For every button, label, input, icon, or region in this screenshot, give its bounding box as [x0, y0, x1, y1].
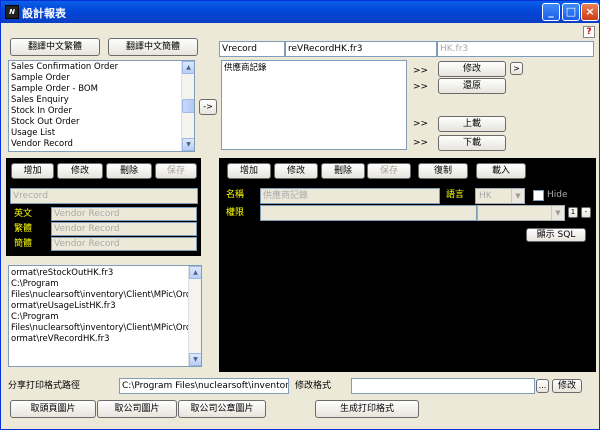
path-line[interactable]: Files\nuclearsoft\inventory\Client\MPic\…	[9, 290, 201, 301]
modify-button[interactable]: 修改	[552, 379, 582, 393]
name-field[interactable]: 供應商記錄	[260, 188, 440, 204]
scroll-up-icon[interactable]: ▲	[189, 266, 201, 279]
left-code-field[interactable]: Vrecord	[10, 188, 198, 204]
scroll-down-icon[interactable]: ▼	[189, 353, 201, 366]
upload-button[interactable]: 上載	[438, 116, 506, 132]
arrow-label-1: >>	[413, 66, 429, 76]
permission-button-a[interactable]: 1	[568, 207, 578, 218]
left-delete-button[interactable]: 刪除	[106, 163, 152, 179]
edit-button[interactable]: 修改	[438, 61, 506, 77]
right-add-button[interactable]: 增加	[227, 163, 271, 179]
traditional-label: 繁體	[14, 224, 33, 234]
path-line[interactable]: C:\Program	[9, 279, 201, 290]
report-list-item[interactable]: Stock In Order	[9, 106, 194, 117]
share-path-field[interactable]: C:\Program Files\nuclearsoft\inventory\	[119, 378, 289, 394]
simplified-label: 簡體	[14, 239, 33, 249]
maximize-icon[interactable]: □	[562, 3, 580, 21]
right-delete-button[interactable]: 刪除	[321, 163, 365, 179]
get-company-image-button[interactable]: 取公司圖片	[97, 400, 177, 418]
report-list-item[interactable]: Sample Order - BOM	[9, 84, 194, 95]
move-right-button[interactable]: ->	[199, 99, 217, 115]
path-line[interactable]: C:\Program	[9, 312, 201, 323]
name-label: 名稱	[226, 190, 245, 200]
right-edit-button[interactable]: 修改	[274, 163, 318, 179]
title-bar: N 設計報表 _ □ ×	[1, 1, 599, 23]
generate-print-format-button[interactable]: 生成打印格式	[315, 400, 419, 418]
translate-traditional-button[interactable]: 翻譯中文繁體	[10, 38, 100, 56]
download-button[interactable]: 下載	[438, 135, 506, 151]
selected-list-item[interactable]: 供應商記錄	[222, 63, 406, 74]
arrow-label-2: >>	[413, 82, 429, 92]
copy-button[interactable]: 復制	[418, 163, 468, 179]
permission-label: 權限	[226, 208, 245, 218]
report-list-scrollbar[interactable]: ▲ ▼	[181, 61, 194, 151]
path-line[interactable]: ormat\reVRecordHK.fr3	[9, 334, 201, 345]
chevron-down-icon[interactable]: ▼	[511, 189, 524, 203]
report-list-item[interactable]: Usage List	[9, 128, 194, 139]
show-sql-button[interactable]: 顯示 SQL	[526, 228, 586, 242]
hide-label: Hide	[547, 190, 568, 200]
translate-simplified-button[interactable]: 翻譯中文簡體	[108, 38, 198, 56]
hide-checkbox[interactable]	[533, 190, 544, 201]
get-page-image-button[interactable]: 取頭頁圖片	[10, 400, 96, 418]
path-line[interactable]: ormat\reUsageListHK.fr3	[9, 301, 201, 312]
scroll-up-icon[interactable]: ▲	[182, 61, 194, 74]
left-edit-panel: 增加 修改 刪除 保存 Vrecord 英文 Vendor Record 繁體 …	[6, 158, 201, 256]
traditional-field[interactable]: Vendor Record	[51, 222, 197, 236]
simplified-field[interactable]: Vendor Record	[51, 237, 197, 251]
app-window: N 設計報表 _ □ × ? 翻譯中文繁體 翻譯中文簡體 Sales Confi…	[0, 0, 600, 430]
scroll-down-icon[interactable]: ▼	[182, 138, 194, 151]
selected-file-field: reVRecordHK.fr3	[285, 41, 437, 57]
selected-report-list[interactable]: 供應商記錄	[221, 60, 407, 150]
report-list-item[interactable]: Vendor Record	[9, 139, 194, 150]
right-edit-panel: 增加 修改 刪除 保存 復制 載入 名稱 供應商記錄 語言 HK ▼ Hide …	[219, 158, 596, 372]
left-save-button[interactable]: 保存	[155, 163, 197, 179]
browse-button[interactable]: ...	[536, 379, 549, 393]
path-list[interactable]: ormat\reStockOutHK.fr3 C:\Program Files\nu…	[8, 265, 202, 367]
selected-code-field: Vrecord	[219, 41, 285, 57]
get-company-seal-button[interactable]: 取公司公章圖片	[178, 400, 266, 418]
permission-field[interactable]	[260, 205, 477, 221]
close-icon[interactable]: ×	[581, 3, 599, 21]
language-label: 語言	[446, 190, 465, 200]
modify-format-field[interactable]	[351, 378, 535, 394]
report-list-item[interactable]: Stock Out Order	[9, 117, 194, 128]
arrow-label-4: >>	[413, 138, 429, 148]
path-list-scrollbar[interactable]: ▲ ▼	[188, 266, 201, 366]
restore-button[interactable]: 還原	[438, 78, 506, 94]
modify-format-label: 修改格式	[295, 381, 332, 391]
permission-dropdown[interactable]: ▼	[477, 205, 565, 221]
permission-button-b[interactable]: -	[581, 207, 591, 218]
arrow-label-3: >>	[413, 119, 429, 129]
right-save-button[interactable]: 保存	[367, 163, 411, 179]
help-icon[interactable]: ?	[583, 26, 595, 38]
report-list[interactable]: Sales Confirmation Order Sample Order Samp…	[8, 60, 195, 152]
language-value: HK	[479, 191, 492, 201]
left-edit-button[interactable]: 修改	[57, 163, 103, 179]
scroll-thumb[interactable]	[182, 99, 194, 113]
edit-more-button[interactable]: >	[510, 62, 523, 75]
english-field[interactable]: Vendor Record	[51, 207, 197, 221]
chevron-down-icon[interactable]: ▼	[551, 206, 564, 220]
path-line[interactable]: ormat\reStockOutHK.fr3	[9, 268, 201, 279]
app-icon: N	[5, 5, 19, 19]
share-path-label: 分享打印格式路徑	[8, 381, 81, 391]
path-line[interactable]: Files\nuclearsoft\inventory\Client\MPic\…	[9, 323, 201, 334]
minimize-icon[interactable]: _	[542, 3, 560, 21]
left-add-button[interactable]: 增加	[11, 163, 54, 179]
english-label: 英文	[14, 209, 33, 219]
load-button[interactable]: 載入	[476, 163, 526, 179]
window-title: 設計報表	[22, 7, 66, 20]
report-list-item[interactable]: Sales Confirmation Order	[9, 62, 194, 73]
language-dropdown[interactable]: HK ▼	[475, 188, 525, 204]
selected-file-gray-field: HK.fr3	[437, 41, 594, 57]
report-list-item[interactable]: Sample Order	[9, 73, 194, 84]
report-list-item[interactable]: Sales Enquiry	[9, 95, 194, 106]
